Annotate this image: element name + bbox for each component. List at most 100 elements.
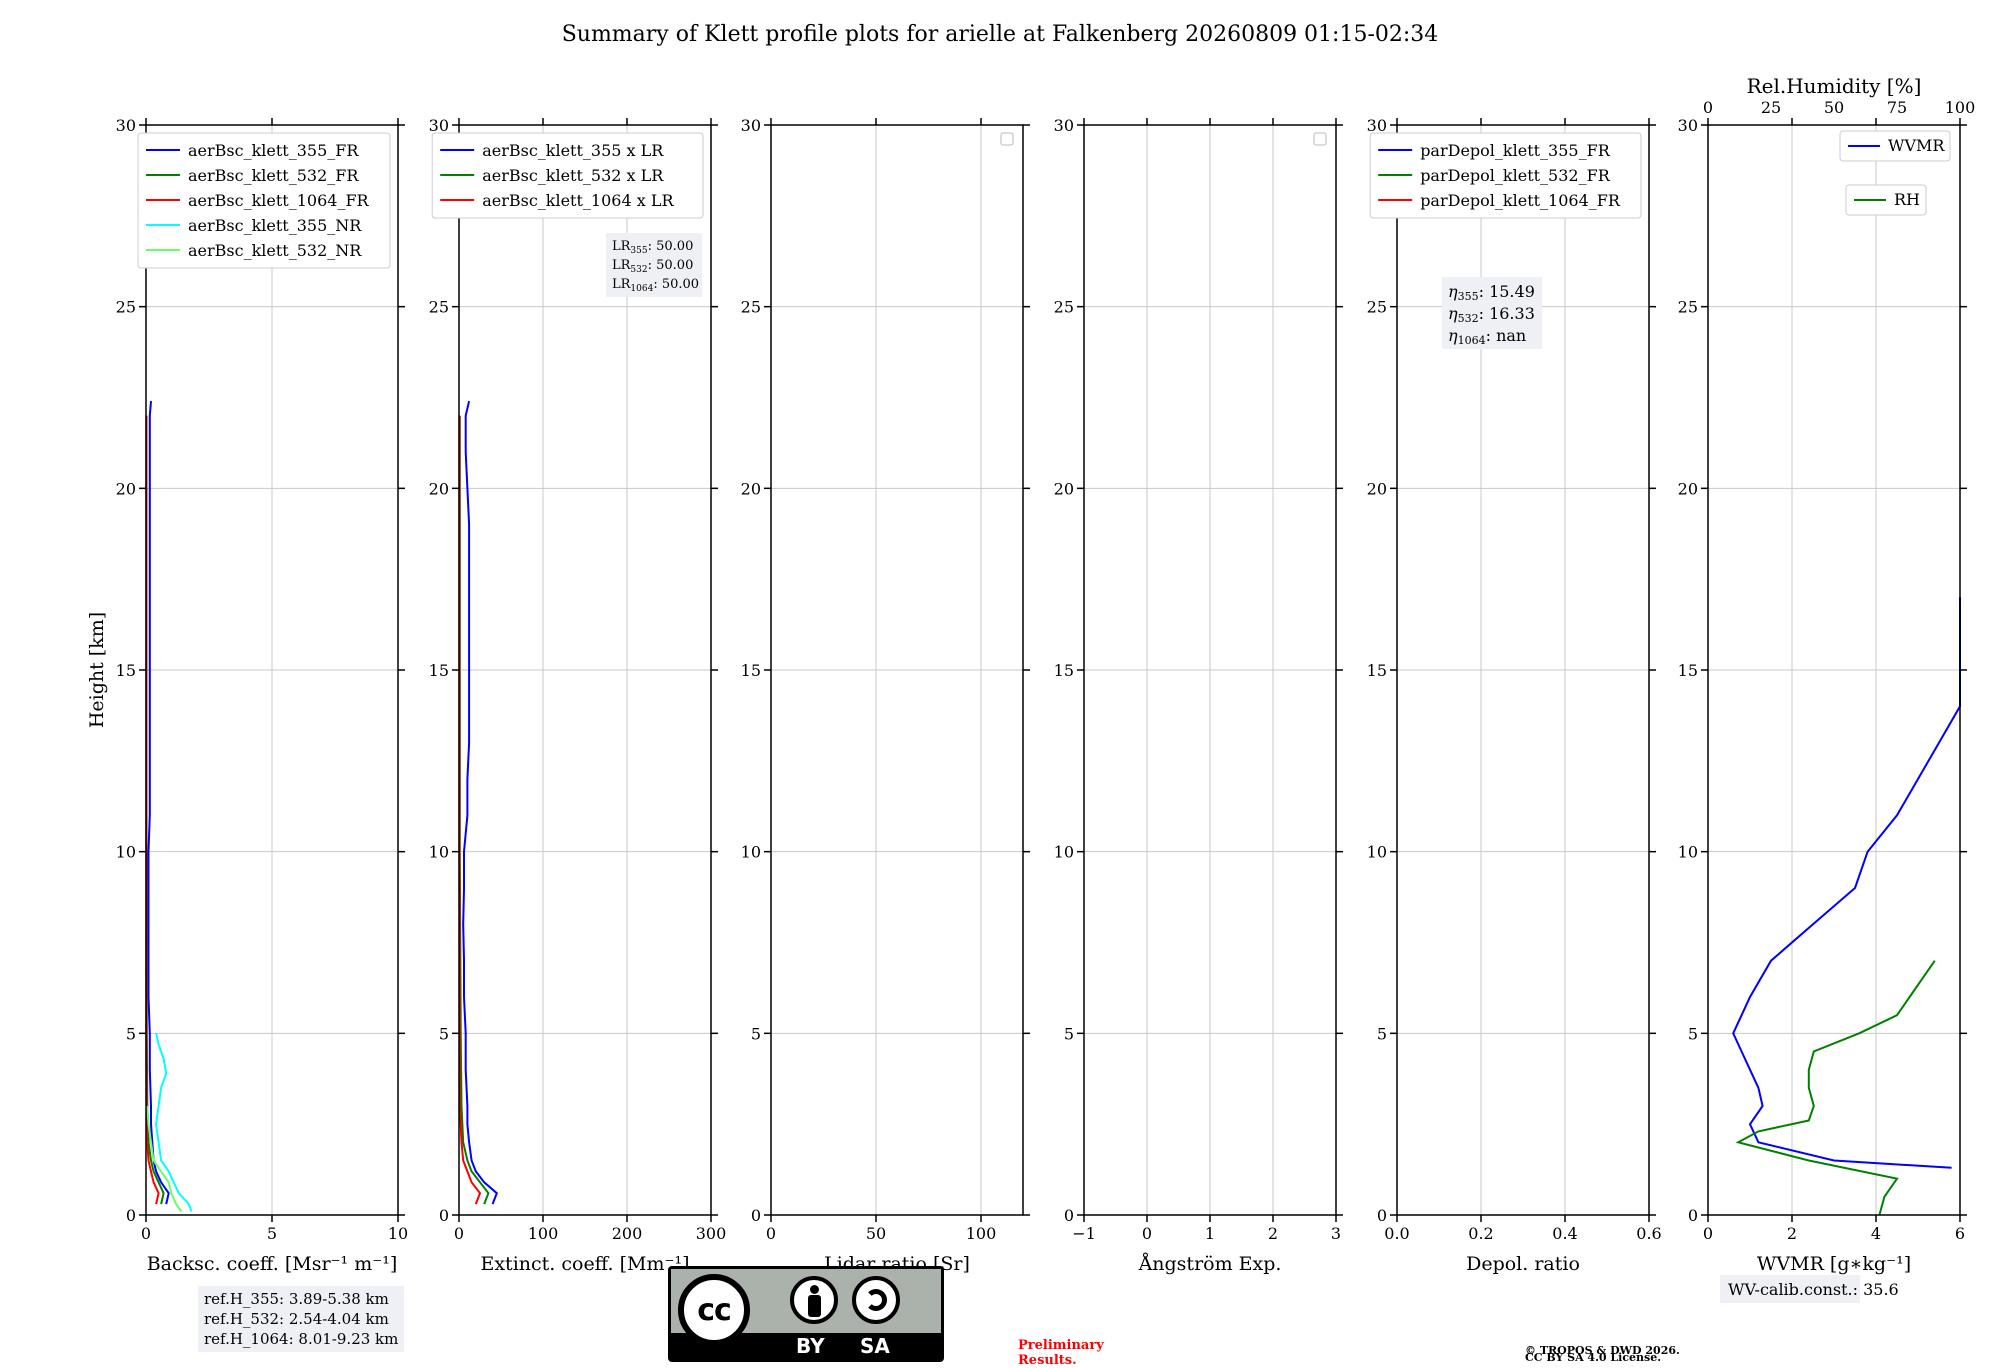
y-tick-label: 10 [429,843,449,862]
x-tick-label: 2 [1268,1224,1278,1243]
x-tick-label: 3 [1331,1224,1341,1243]
lidar-ratio-value: LR1064: 50.00 [612,277,699,294]
series-line-aerBsc_klett_355 x LR [462,400,498,1205]
y-tick-label: 30 [429,116,449,135]
y-tick-label: 20 [1054,479,1074,498]
copyright-line-2: CC BY SA 4.0 License. [1525,1351,1662,1364]
y-tick-label: 15 [116,661,136,680]
series-line-aerBsc_klett_532_NR [146,1105,183,1212]
series-line-aerBsc_klett_355_FR [147,401,170,1205]
share-alike-icon [852,1276,900,1324]
y-tick-label: 0 [439,1206,449,1225]
panel-lidar_ratio [764,118,1030,1222]
legend-label: aerBsc_klett_355_FR [188,141,359,160]
legend-label: aerBsc_klett_1064_FR [188,191,370,210]
empty-legend-box [1313,132,1327,146]
y-tick-label: 15 [1054,661,1074,680]
x-tick-label: 5 [267,1224,277,1243]
y-tick-label: 25 [1678,298,1698,317]
chart-canvas: Height [km]0 5 10051015202530Backsc. coeff… [86,74,1976,1303]
x-axis-label: Backsc. coeff. [Msr⁻¹ m⁻¹] [147,1253,398,1275]
y-tick-label: 25 [1367,298,1387,317]
y-tick-label: 0 [1064,1206,1074,1225]
legend-label: parDepol_klett_532_FR [1420,166,1611,185]
wv-calib-text: WV-calib.const.: 35.6 [1728,1280,1899,1299]
legend-label: aerBsc_klett_355 x LR [482,141,664,160]
y-tick-label: 20 [116,479,136,498]
y-tick-label: 25 [116,298,136,317]
lidar-ratio-value: LR532: 50.00 [612,258,693,275]
y-tick-label: 0 [126,1206,136,1225]
legend-label: parDepol_klett_1064_FR [1420,191,1621,210]
top-x-tick-label: 50 [1824,98,1844,117]
ref-heights-box: ref.H_355: 3.89-5.38 km ref.H_532: 2.54-… [198,1286,405,1352]
top-x-tick-label: 75 [1887,98,1907,117]
x-tick-label: 0 [141,1224,151,1243]
badge-sa-label: SA [860,1334,890,1358]
legend-label: aerBsc_klett_1064 x LR [482,191,674,210]
x-tick-label: −1 [1072,1224,1096,1243]
x-axis-label: Depol. ratio [1466,1253,1580,1275]
y-tick-label: 5 [1377,1024,1387,1043]
y-tick-label: 5 [1064,1024,1074,1043]
x-tick-label: 0.4 [1552,1224,1577,1243]
panel-backscatter [137,118,405,1222]
x-tick-label: 0.6 [1636,1224,1661,1243]
legend-label: RH [1894,190,1920,209]
preliminary-line-2: Results. [1018,1353,1077,1368]
badge-by-label: BY [796,1334,825,1358]
y-tick-label: 10 [116,843,136,862]
preliminary-line-1: Preliminary [1018,1338,1104,1353]
x-tick-label: 0 [766,1224,776,1243]
panel-angstrom [1077,118,1343,1222]
legend-label: aerBsc_klett_532_FR [188,166,359,185]
y-tick-label: 20 [1367,479,1387,498]
lidar-ratio-value: LR355: 50.00 [612,239,693,256]
y-tick-label: 5 [126,1024,136,1043]
y-tick-label: 0 [1688,1206,1698,1225]
legend-label: WVMR [1888,136,1945,155]
y-tick-label: 30 [116,116,136,135]
x-tick-label: 100 [528,1224,559,1243]
x-tick-label: 2 [1787,1224,1797,1243]
attribution-person-icon [790,1276,838,1324]
cc-by-sa-badge: cc BY SA [668,1266,944,1362]
x-tick-label: 0.2 [1468,1224,1493,1243]
x-tick-label: 1 [1205,1224,1215,1243]
y-tick-label: 25 [1054,298,1074,317]
x-tick-label: 100 [966,1224,997,1243]
y-axis-label: Height [km] [86,612,108,728]
x-axis-label: WVMR [g∗kg⁻¹] [1757,1253,1911,1275]
y-tick-label: 20 [429,479,449,498]
x-tick-label: 0 [1142,1224,1152,1243]
series-line-RH [1735,960,1936,1216]
y-tick-label: 30 [1054,116,1074,135]
y-tick-label: 15 [1367,661,1387,680]
x-axis-label: Ångström Exp. [1138,1253,1282,1275]
series-line-aerBsc_klett_355_NR [155,1033,193,1212]
empty-legend-box [1000,132,1014,146]
x-tick-label: 200 [612,1224,643,1243]
y-tick-label: 5 [439,1024,449,1043]
x-axis-label: Extinct. coeff. [Mm⁻¹] [480,1253,689,1275]
top-x-tick-label: 100 [1945,98,1976,117]
x-tick-label: 10 [388,1224,408,1243]
cc-logo-icon: cc [678,1274,750,1346]
top-x-tick-label: 0 [1703,98,1713,117]
legend-label: parDepol_klett_355_FR [1420,141,1611,160]
series-line-aerBsc_klett_532 x LR [458,415,490,1205]
y-tick-label: 5 [751,1024,761,1043]
x-tick-label: 0 [454,1224,464,1243]
y-tick-label: 25 [741,298,761,317]
y-tick-label: 10 [1367,843,1387,862]
x-tick-label: 0 [1703,1224,1713,1243]
panel-depol: η355: 15.49η532: 16.33η1064: nan [1369,118,1656,1222]
ref-height-532: ref.H_532: 2.54-4.04 km [204,1310,389,1328]
y-tick-label: 10 [741,843,761,862]
x-tick-label: 300 [696,1224,727,1243]
legend-label: aerBsc_klett_355_NR [188,216,362,235]
y-tick-label: 0 [1377,1206,1387,1225]
y-tick-label: 15 [1678,661,1698,680]
y-tick-label: 15 [741,661,761,680]
x-tick-label: 4 [1871,1224,1881,1243]
